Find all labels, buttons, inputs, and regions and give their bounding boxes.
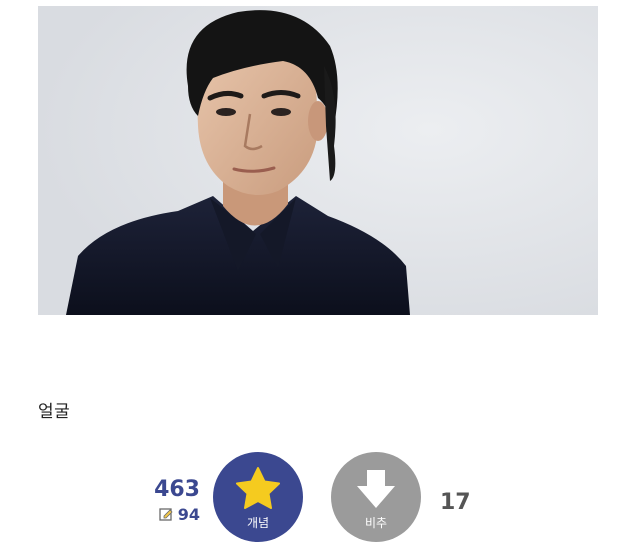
downvote-button[interactable]: 비추	[331, 452, 421, 542]
post-text: 얼굴	[38, 402, 71, 422]
up-vote-count: 463	[154, 477, 200, 502]
pencil-edit-icon	[159, 507, 174, 522]
down-vote-count: 17	[440, 490, 471, 515]
fix-count: 94	[177, 505, 200, 524]
post-photo	[38, 6, 598, 315]
star-icon	[235, 466, 281, 510]
post-page: 얼굴 463 94 개념 비추 17	[0, 0, 640, 557]
fix-count-row: 94	[140, 505, 200, 524]
downvote-label: 비추	[364, 516, 388, 530]
arrow-down-icon	[353, 466, 399, 510]
recommend-button[interactable]: 개념	[213, 452, 303, 542]
vote-area: 463 94 개념 비추 17	[0, 452, 640, 552]
recommend-label: 개념	[246, 516, 270, 530]
up-count-group: 463 94	[140, 477, 200, 524]
